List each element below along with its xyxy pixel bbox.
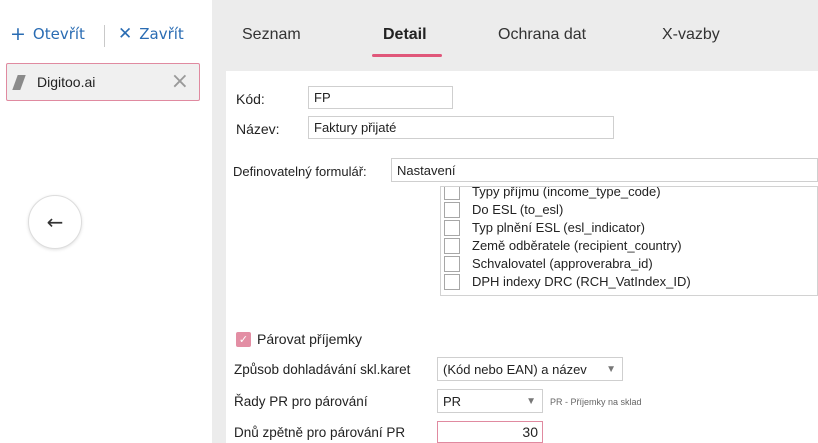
close-button[interactable]: ✕ Zavřít xyxy=(118,23,184,45)
rady-note: PR - Příjemky na sklad xyxy=(550,397,642,407)
list-item[interactable]: DPH indexy DRC (RCH_VatIndex_ID) xyxy=(444,272,691,291)
open-label: Otevřít xyxy=(32,25,85,43)
arrow-left-icon: ← xyxy=(46,210,64,234)
rady-select[interactable]: PR ▼ xyxy=(437,389,543,413)
tab-seznam[interactable]: Seznam xyxy=(242,26,301,56)
tab-seznam-label: Seznam xyxy=(242,26,301,43)
list-item[interactable]: Schvalovatel (approverabra_id) xyxy=(444,254,653,273)
nazev-field[interactable]: Faktury přijaté xyxy=(308,116,614,139)
open-button[interactable]: + Otevřít xyxy=(10,23,85,45)
kod-label: Kód: xyxy=(236,91,265,107)
zpusob-select[interactable]: (Kód nebo EAN) a název ▼ xyxy=(437,357,623,381)
kod-field[interactable]: FP xyxy=(308,86,453,109)
tab-x-vazby-label: X-vazby xyxy=(662,26,720,43)
list-item-label: Schvalovatel (approverabra_id) xyxy=(472,256,653,271)
checkbox[interactable] xyxy=(444,219,460,236)
open-document-label: Digitoo.ai xyxy=(37,74,96,90)
checkbox[interactable] xyxy=(444,273,460,290)
zpusob-label: Způsob dohladávání skl.karet xyxy=(234,362,411,377)
document-icon xyxy=(13,74,29,90)
dnu-field[interactable]: 30 xyxy=(437,421,543,443)
toolbar-separator xyxy=(104,25,105,47)
tab-detail-label: Detail xyxy=(383,26,427,43)
list-item-label: Typy příjmu (income_type_code) xyxy=(472,186,661,199)
list-item-label: Typ plnění ESL (esl_indicator) xyxy=(472,220,645,235)
checkbox[interactable] xyxy=(444,237,460,254)
close-document-icon[interactable]: × xyxy=(171,71,189,93)
dnu-label: Dnů zpětně pro párování PR xyxy=(234,425,406,440)
back-button[interactable]: ← xyxy=(28,195,82,249)
chevron-down-icon: ▼ xyxy=(526,395,536,407)
parovat-checkbox-row[interactable]: ✓ Párovat příjemky xyxy=(236,331,362,347)
checkbox[interactable] xyxy=(444,201,460,218)
definovatelny-field[interactable]: Nastavení xyxy=(391,158,818,182)
rady-value: PR xyxy=(443,393,462,409)
list-item-label: DPH indexy DRC (RCH_VatIndex_ID) xyxy=(472,274,691,289)
tab-x-vazby[interactable]: X-vazby xyxy=(662,26,720,56)
columns-listbox[interactable]: Typy příjmu (income_type_code) Do ESL (t… xyxy=(440,186,818,296)
parovat-checkbox[interactable]: ✓ xyxy=(236,331,251,347)
checkbox[interactable] xyxy=(444,187,460,200)
checkbox[interactable] xyxy=(444,255,460,272)
parovat-label: Párovat příjemky xyxy=(257,331,363,347)
definovatelny-label: Definovatelný formulář: xyxy=(233,164,367,179)
x-icon: ✕ xyxy=(118,23,133,44)
list-item-label: Země odběratele (recipient_country) xyxy=(472,238,682,253)
chevron-down-icon: ▼ xyxy=(606,363,616,375)
list-item[interactable]: Typ plnění ESL (esl_indicator) xyxy=(444,218,645,237)
zpusob-value: (Kód nebo EAN) a název xyxy=(443,361,587,377)
rady-label: Řady PR pro párování xyxy=(234,394,368,409)
tab-ochrana-dat-label: Ochrana dat xyxy=(498,26,587,43)
plus-icon: + xyxy=(10,22,26,45)
list-item[interactable]: Země odběratele (recipient_country) xyxy=(444,236,682,255)
close-label: Zavřít xyxy=(139,25,184,43)
tab-detail[interactable]: Detail xyxy=(383,26,427,56)
list-item[interactable]: Do ESL (to_esl) xyxy=(444,200,563,219)
open-document-tab[interactable]: Digitoo.ai × xyxy=(6,63,200,101)
list-item[interactable]: Typy příjmu (income_type_code) xyxy=(444,186,661,201)
nazev-label: Název: xyxy=(236,121,280,137)
list-item-label: Do ESL (to_esl) xyxy=(472,202,564,217)
tab-ochrana-dat[interactable]: Ochrana dat xyxy=(498,26,586,56)
active-tab-indicator xyxy=(372,54,442,57)
